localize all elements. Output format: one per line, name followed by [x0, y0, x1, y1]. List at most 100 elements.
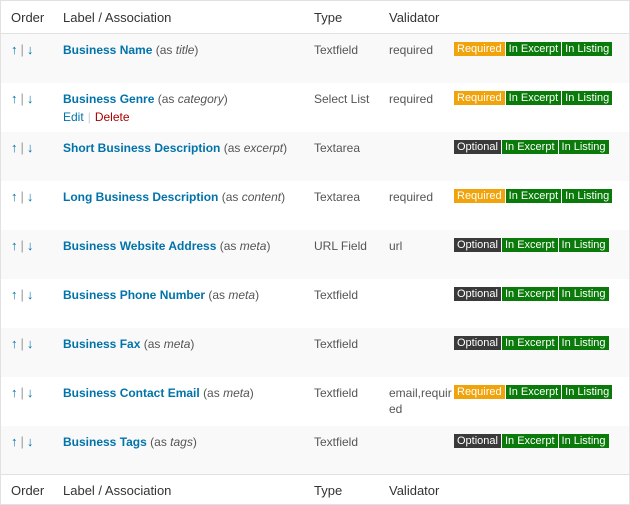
label-cell: Business Phone Number (as meta) [53, 279, 304, 328]
move-down-arrow-icon[interactable]: ↓ [27, 287, 34, 302]
status-badges-cell: Required In Excerpt In Listing [454, 34, 629, 83]
field-association: (as meta) [203, 385, 254, 400]
edit-link[interactable]: Edit [63, 110, 84, 124]
move-up-arrow-icon[interactable]: ↑ [11, 140, 18, 155]
table-row: ↑ | ↓ Business Name (as title) Textfield requ… [1, 33, 629, 83]
field-name-link[interactable]: Business Fax [63, 337, 140, 351]
validator-cell: required [389, 43, 434, 57]
field-name-link[interactable]: Business Tags [63, 435, 147, 449]
move-down-arrow-icon[interactable]: ↓ [27, 140, 34, 155]
move-up-arrow-icon[interactable]: ↑ [11, 189, 18, 204]
optional-badge: Optional [454, 139, 501, 154]
field-name-link[interactable]: Business Phone Number [63, 288, 205, 302]
move-up-arrow-icon[interactable]: ↑ [11, 238, 18, 253]
type-cell: URL Field [314, 238, 367, 253]
move-up-arrow-icon[interactable]: ↑ [11, 91, 18, 106]
required-badge: Required [454, 90, 505, 105]
in-listing-badge: In Listing [558, 335, 609, 350]
validator-cell: required [389, 91, 434, 106]
association-value: category [177, 91, 224, 106]
arrow-separator: | [20, 433, 24, 449]
order-cell: ↑ | ↓ [1, 279, 53, 328]
status-badges-cell: Required In Excerpt In Listing [454, 377, 629, 426]
table-row: ↑ | ↓ Business Tags (as tags) Textfield Optio… [1, 425, 629, 475]
label-cell: Business Fax (as meta) [53, 328, 304, 377]
column-header-order[interactable]: Order [1, 1, 53, 34]
type-cell: Textfield [314, 336, 359, 351]
type-cell: Select List [314, 91, 370, 106]
in-listing-badge: In Listing [562, 42, 613, 56]
table-row: ↑ | ↓ Business Genre (as category) Edit | Dele… [1, 83, 629, 132]
optional-badge: Optional [454, 433, 501, 448]
in-listing-badge: In Listing [562, 90, 613, 105]
field-association: (as title) [155, 43, 199, 57]
label-cell: Long Business Description (as content) [53, 181, 304, 230]
type-cell: Textarea [314, 140, 361, 155]
field-association: (as meta) [208, 287, 260, 302]
in-listing-badge: In Listing [562, 384, 613, 399]
column-header-tags [454, 1, 629, 34]
move-down-arrow-icon[interactable]: ↓ [27, 42, 34, 57]
arrow-separator: | [20, 90, 24, 106]
in-listing-badge: In Listing [558, 139, 609, 154]
type-cell: Textfield [314, 287, 359, 302]
footer-header-label[interactable]: Label / Association [53, 474, 304, 505]
order-cell: ↑ | ↓ [1, 34, 53, 83]
table-row: ↑ | ↓ Business Website Address (as meta) URL… [1, 229, 629, 279]
footer-header-validator[interactable]: Validator [379, 474, 454, 505]
move-up-arrow-icon[interactable]: ↑ [11, 385, 18, 400]
move-down-arrow-icon[interactable]: ↓ [27, 91, 34, 106]
field-name-link[interactable]: Business Contact Email [63, 386, 200, 400]
in-listing-badge: In Listing [558, 433, 609, 448]
delete-link[interactable]: Delete [95, 110, 130, 124]
required-badge: Required [454, 188, 505, 203]
label-cell: Business Website Address (as meta) [53, 230, 304, 279]
field-name-link[interactable]: Business Genre [63, 92, 154, 106]
label-cell: Business Genre (as category) Edit | Delete [53, 83, 304, 132]
row-actions: Edit | Delete [63, 109, 304, 125]
label-cell: Business Contact Email (as meta) [53, 377, 304, 426]
column-header-type[interactable]: Type [304, 1, 379, 34]
association-value: content [241, 189, 282, 204]
field-association: (as tags) [150, 434, 197, 449]
field-association: (as content) [221, 189, 286, 204]
type-cell: Textfield [314, 43, 359, 57]
in-listing-badge: In Listing [562, 188, 613, 203]
arrow-separator: | [20, 188, 24, 204]
table-body: ↑ | ↓ Business Name (as title) Textfield requ… [1, 33, 629, 475]
validator-cell [379, 279, 454, 328]
field-name-link[interactable]: Business Website Address [63, 239, 216, 253]
move-down-arrow-icon[interactable]: ↓ [27, 385, 34, 400]
order-cell: ↑ | ↓ [1, 328, 53, 377]
table-row: ↑ | ↓ Business Contact Email (as meta) Textf… [1, 377, 629, 426]
type-cell: Textfield [314, 434, 359, 449]
field-association: (as meta) [219, 238, 271, 253]
field-name-link[interactable]: Short Business Description [63, 141, 220, 155]
status-badges-cell: Optional In Excerpt In Listing [454, 328, 629, 377]
field-name-link[interactable]: Business Name [63, 43, 152, 57]
in-listing-badge: In Listing [558, 286, 609, 301]
column-header-validator[interactable]: Validator [379, 1, 454, 34]
validator-cell [379, 132, 454, 181]
status-badges-cell: Optional In Excerpt In Listing [454, 230, 629, 279]
field-name-link[interactable]: Long Business Description [63, 190, 218, 204]
association-value: meta [239, 238, 267, 253]
table-row: ↑ | ↓ Short Business Description (as excerp… [1, 131, 629, 181]
move-up-arrow-icon[interactable]: ↑ [11, 42, 18, 57]
footer-header-order[interactable]: Order [1, 474, 53, 505]
move-up-arrow-icon[interactable]: ↑ [11, 336, 18, 351]
move-down-arrow-icon[interactable]: ↓ [27, 434, 34, 449]
move-down-arrow-icon[interactable]: ↓ [27, 336, 34, 351]
arrow-separator: | [20, 237, 24, 253]
footer-header-type[interactable]: Type [304, 474, 379, 505]
table-footer: Order Label / Association Type Validator [1, 474, 629, 505]
column-header-label[interactable]: Label / Association [53, 1, 304, 34]
order-cell: ↑ | ↓ [1, 426, 53, 475]
order-cell: ↑ | ↓ [1, 181, 53, 230]
move-down-arrow-icon[interactable]: ↓ [27, 189, 34, 204]
move-down-arrow-icon[interactable]: ↓ [27, 238, 34, 253]
optional-badge: Optional [454, 237, 501, 252]
move-up-arrow-icon[interactable]: ↑ [11, 287, 18, 302]
in-excerpt-badge: In Excerpt [505, 384, 562, 399]
move-up-arrow-icon[interactable]: ↑ [11, 434, 18, 449]
